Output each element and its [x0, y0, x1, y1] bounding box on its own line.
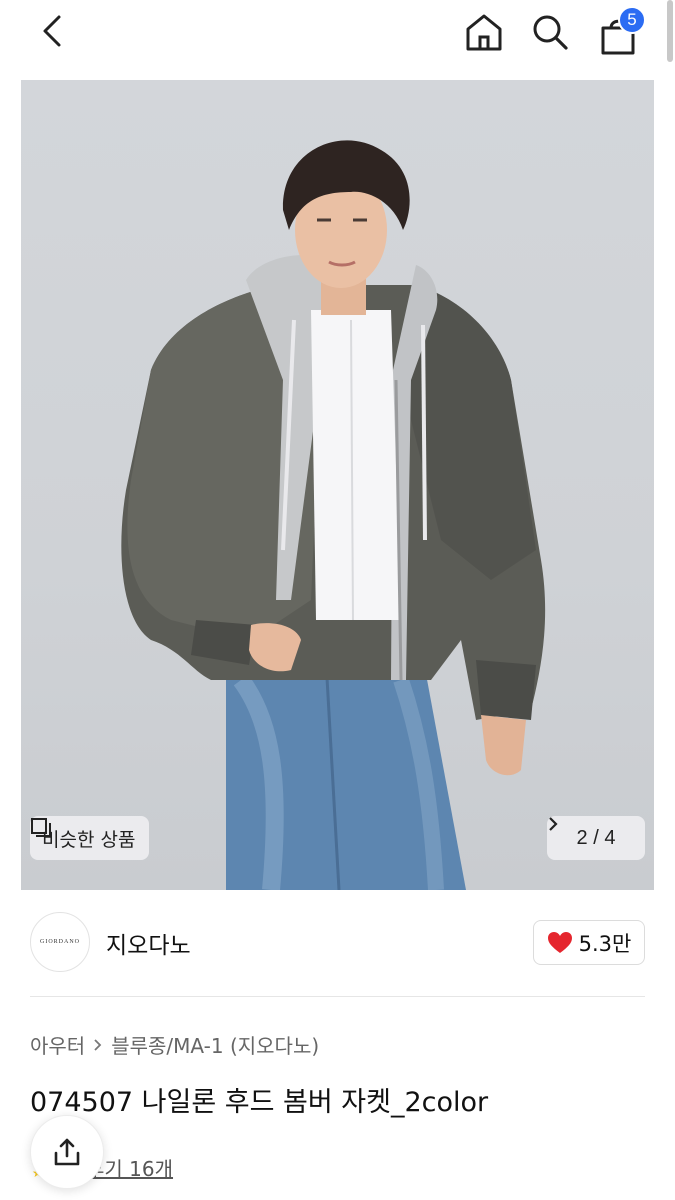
share-icon [54, 1138, 80, 1166]
search-icon [533, 15, 568, 50]
brand-logo-text: GIORDANO [40, 939, 80, 945]
similar-products-label: 비슷한 상품 [42, 828, 136, 851]
brand-name[interactable]: 지오다노 [106, 926, 191, 960]
chevron-right-icon [94, 1038, 102, 1051]
divider [30, 996, 645, 997]
back-button[interactable] [30, 8, 76, 54]
back-icon [43, 15, 61, 47]
search-button[interactable] [526, 8, 574, 56]
cart-count-badge: 5 [618, 6, 646, 34]
product-photo [121, 140, 546, 890]
heart-icon [547, 931, 572, 953]
breadcrumb-item-category[interactable]: 블루종/MA-1 (지오다노) [111, 1030, 319, 1059]
image-pager[interactable]: 2 / 4 [547, 816, 645, 860]
brand-logo[interactable]: GIORDANO [30, 912, 90, 972]
product-image-carousel[interactable]: 비슷한 상품 2 / 4 [21, 80, 654, 890]
breadcrumb-item-outer[interactable]: 아우터 [30, 1030, 85, 1059]
home-button[interactable] [460, 8, 508, 56]
similar-icon [31, 818, 51, 837]
similar-products-button[interactable]: 비슷한 상품 [30, 816, 150, 860]
breadcrumb: 아우터 블루종/MA-1 (지오다노) [30, 1030, 319, 1059]
like-count: 5.3만 [578, 931, 632, 956]
cart-button[interactable]: 5 [594, 6, 646, 56]
share-button[interactable] [30, 1115, 104, 1189]
chevron-right-icon [549, 817, 558, 831]
top-bar: 5 [0, 0, 675, 66]
like-button[interactable]: 5.3만 [533, 920, 645, 965]
pager-text: 2 / 4 [576, 826, 616, 849]
product-title: 074507 나일론 후드 봄버 자켓_2color [30, 1087, 489, 1118]
home-icon [466, 14, 502, 51]
brand-row: GIORDANO 지오다노 5.3만 [30, 912, 645, 974]
scrollbar[interactable] [667, 0, 673, 62]
